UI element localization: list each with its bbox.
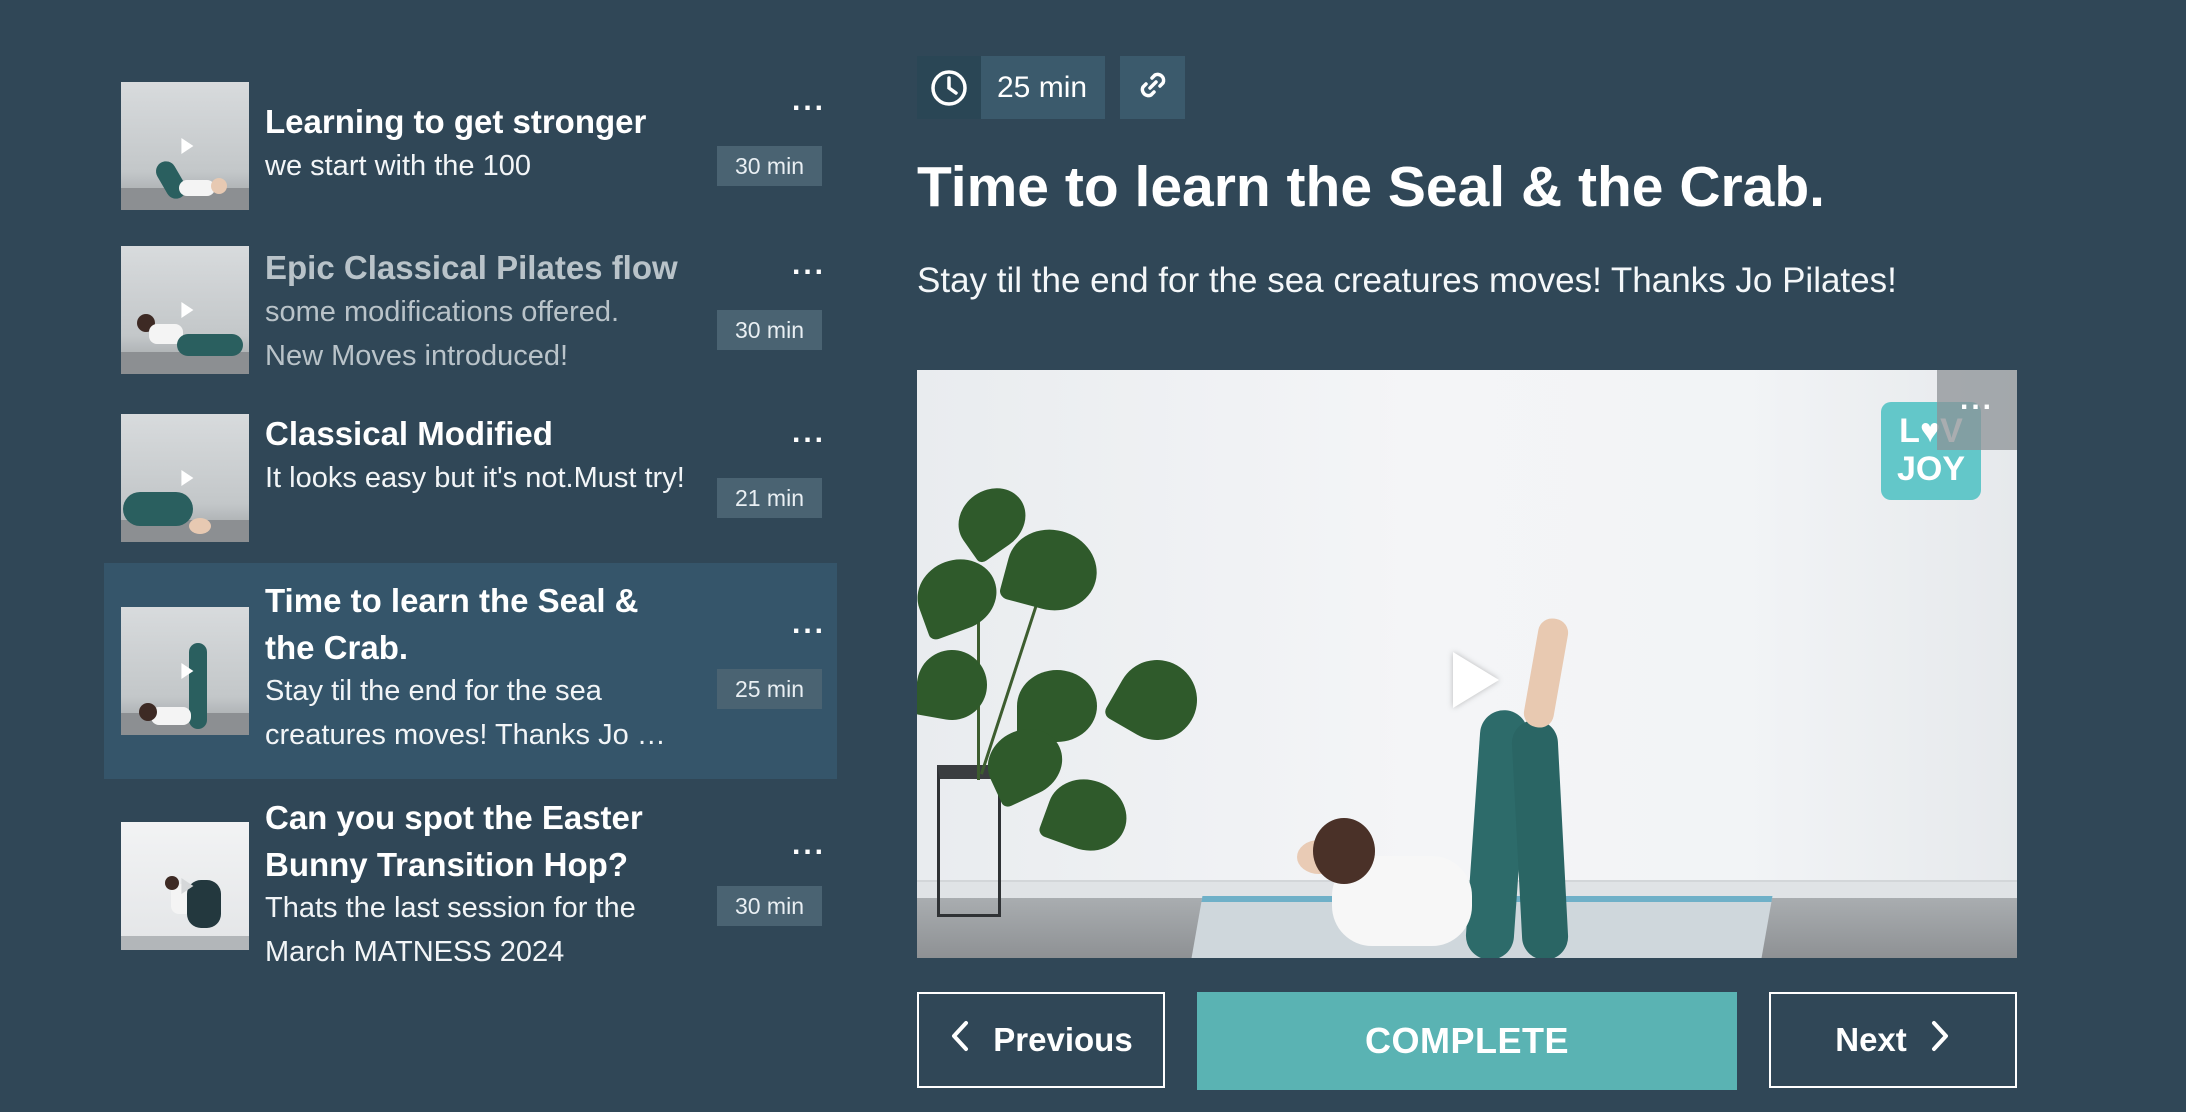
next-button[interactable]: Next	[1769, 992, 2017, 1088]
page-description: Stay til the end for the sea creatures m…	[917, 261, 1897, 300]
duration-badge: 30 min	[716, 146, 822, 186]
duration-badge: 21 min	[716, 478, 822, 518]
more-options-icon[interactable]: ...	[789, 609, 829, 639]
chevron-right-icon	[1929, 1019, 1951, 1061]
link-icon	[1136, 68, 1170, 107]
duration-pill: 25 min	[917, 56, 1105, 119]
copy-link-button[interactable]	[1120, 56, 1185, 119]
item-description: Thats the last session for the March MAT…	[265, 892, 636, 968]
video-thumbnail[interactable]	[121, 82, 249, 210]
clock-icon	[917, 56, 981, 119]
more-options-icon[interactable]: ...	[789, 418, 829, 448]
video-player[interactable]: L♥V JOY ...	[917, 370, 2017, 958]
complete-label: COMPLETE	[1364, 1020, 1569, 1061]
video-thumbnail[interactable]	[121, 607, 249, 735]
item-description: some modifications offered. New Moves in…	[265, 296, 620, 372]
item-description: It looks easy but it's not.Must try!	[265, 462, 685, 494]
item-title: Time to learn the Seal & the Crab.	[265, 582, 639, 666]
play-icon[interactable]	[1453, 652, 1499, 708]
play-icon	[181, 138, 194, 154]
play-icon	[181, 878, 194, 894]
duration-text: 25 min	[997, 70, 1088, 104]
play-icon	[181, 470, 194, 486]
video-thumbnail[interactable]	[121, 822, 249, 950]
play-icon	[181, 663, 194, 679]
item-description: we start with the 100	[265, 150, 531, 182]
more-options-icon[interactable]: ...	[789, 86, 829, 116]
list-item[interactable]: Can you spot the Easter Bunny Transition…	[104, 794, 837, 980]
previous-label: Previous	[993, 1021, 1133, 1058]
chevron-left-icon	[949, 1019, 971, 1061]
play-icon	[181, 302, 194, 318]
more-options-icon[interactable]: ...	[789, 250, 829, 280]
duration-badge: 25 min	[716, 669, 822, 709]
item-title: Can you spot the Easter Bunny Transition…	[265, 799, 643, 883]
next-label: Next	[1835, 1021, 1907, 1058]
list-item[interactable]: Learning to get stronger we start with t…	[104, 68, 837, 218]
duration-badge: 30 min	[716, 310, 822, 350]
video-menu-button[interactable]: ...	[1937, 370, 2017, 450]
item-title: Learning to get stronger	[265, 103, 647, 140]
list-item[interactable]: Classical Modified It looks easy but it'…	[104, 400, 837, 550]
item-description: Stay til the end for the sea creatures m…	[265, 675, 666, 751]
item-title: Epic Classical Pilates flow	[265, 249, 678, 286]
video-thumbnail[interactable]	[121, 414, 249, 542]
duration-badge: 30 min	[716, 886, 822, 926]
previous-button[interactable]: Previous	[917, 992, 1165, 1088]
list-item[interactable]: Time to learn the Seal & the Crab. Stay …	[104, 563, 837, 779]
video-thumbnail[interactable]	[121, 246, 249, 374]
list-item[interactable]: Epic Classical Pilates flow some modific…	[104, 232, 837, 382]
complete-button[interactable]: COMPLETE	[1197, 992, 1737, 1090]
more-options-icon[interactable]: ...	[789, 830, 829, 860]
page-title: Time to learn the Seal & the Crab.	[917, 155, 1826, 219]
item-title: Classical Modified	[265, 415, 553, 452]
